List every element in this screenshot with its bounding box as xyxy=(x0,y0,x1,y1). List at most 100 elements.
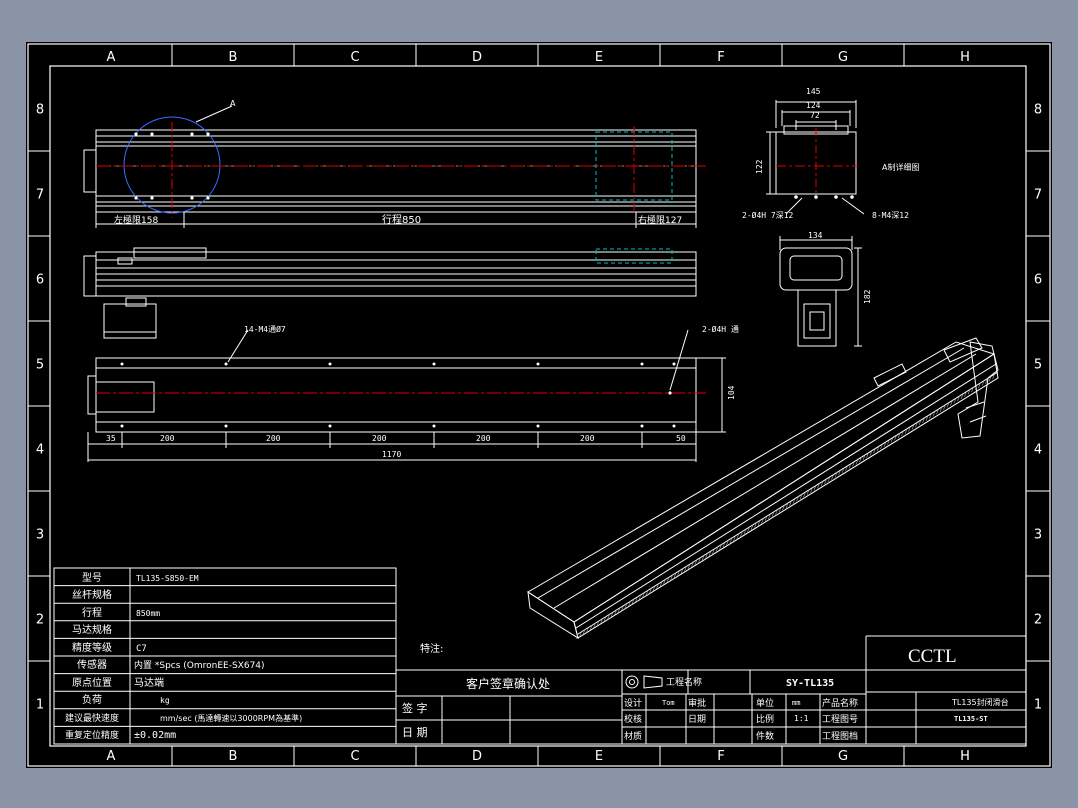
spec-value-0: TL135-S850-EM xyxy=(136,574,199,583)
zone-col-top-H: H xyxy=(960,50,970,65)
drawing-code: SY-TL135 xyxy=(786,678,834,689)
approve-label: 审批 xyxy=(688,697,706,709)
zone-col-bottom-C: C xyxy=(350,749,359,764)
drawing-no: TL135-ST xyxy=(954,715,988,723)
zone-col-top-E: E xyxy=(595,50,603,65)
scale-label: 比例 xyxy=(756,713,774,725)
end-note-holes-right: 8-M4深12 xyxy=(872,211,909,220)
zone-col-bottom-D: D xyxy=(472,749,482,764)
spec-label-6: 原点位置 xyxy=(72,676,112,689)
unit-label: 单位 xyxy=(756,697,774,709)
zone-row-left-5: 5 xyxy=(36,358,44,373)
zone-col-top-D: D xyxy=(472,50,482,65)
product-name-label: 产品名称 xyxy=(822,697,858,709)
right-limit-label: 右極限127 xyxy=(638,214,682,226)
designer-name: Tom xyxy=(662,699,675,707)
design-label: 设计 xyxy=(624,697,642,709)
zone-row-right-7: 7 xyxy=(1034,188,1042,203)
spec-value-5: 内置 *Spcs (OmronEE-SX674) xyxy=(134,659,265,671)
bottom-view xyxy=(87,329,726,462)
signoff-sign-label: 签 字 xyxy=(402,701,428,715)
drawing-file-label: 工程图档 xyxy=(822,730,858,742)
zone-col-top-C: C xyxy=(350,50,359,65)
bottom-dim-height: 104 xyxy=(727,385,736,400)
spec-value-7: kg xyxy=(160,696,170,705)
bottom-dim-2: 200 xyxy=(266,434,281,443)
zone-row-right-2: 2 xyxy=(1034,613,1042,628)
bottom-dim-total: 1170 xyxy=(382,450,401,459)
spec-label-7: 负荷 xyxy=(82,693,102,706)
zone-row-right-6: 6 xyxy=(1034,273,1042,288)
zone-col-bottom-B: B xyxy=(229,749,238,764)
spec-label-1: 丝杆规格 xyxy=(72,588,112,601)
spec-value-8: mm/sec (馬達轉速以3000RPM為基準) xyxy=(160,713,302,723)
spec-label-8: 建议最快速度 xyxy=(65,712,119,724)
spec-label-9: 重复定位精度 xyxy=(65,729,119,741)
end-dim-inner: 124 xyxy=(806,101,821,110)
zone-row-right-1: 1 xyxy=(1034,698,1042,713)
end-note-detail: A制详细图 xyxy=(882,162,919,172)
spec-value-4: C7 xyxy=(136,644,147,654)
zone-row-left-2: 2 xyxy=(36,613,44,628)
inner-frame xyxy=(49,65,1027,747)
left-limit-label: 左極限158 xyxy=(114,214,158,226)
top-view xyxy=(83,105,706,228)
zone-row-right-8: 8 xyxy=(1034,103,1042,118)
zone-col-bottom-G: G xyxy=(838,749,848,764)
spec-value-9: ±0.02mm xyxy=(134,730,176,741)
spec-label-0: 型号 xyxy=(82,571,102,584)
stroke-label: 行程850 xyxy=(382,213,421,226)
unit-value: mm xyxy=(792,699,800,707)
zone-row-right-5: 5 xyxy=(1034,358,1042,373)
zone-col-bottom-A: A xyxy=(107,749,116,764)
zone-col-top-F: F xyxy=(717,50,724,65)
zone-row-left-4: 4 xyxy=(36,443,44,458)
material-label: 材质 xyxy=(624,730,642,742)
check-label: 校核 xyxy=(624,713,642,725)
zone-col-top-G: G xyxy=(838,50,848,65)
product-name: TL135封闭滑台 xyxy=(951,697,1009,707)
projection-symbol-icon xyxy=(625,675,663,689)
bottom-dim-labels: 35 200 200 200 200 200 50 xyxy=(106,434,686,443)
zone-col-bottom-F: F xyxy=(717,749,724,764)
end-dim-height: 122 xyxy=(755,159,764,174)
company-label: 工程名称 xyxy=(666,676,702,688)
bottom-dim-3: 200 xyxy=(372,434,387,443)
zone-col-bottom-E: E xyxy=(595,749,603,764)
qty-label: 件数 xyxy=(756,730,774,742)
spec-value-6: 马达端 xyxy=(134,676,164,689)
end-dim-slot: 72 xyxy=(810,111,820,120)
spec-label-5: 传感器 xyxy=(77,658,107,671)
bottom-dim-1: 200 xyxy=(160,434,175,443)
date-label: 日期 xyxy=(688,714,706,725)
signoff-title: 客户签章确认处 xyxy=(466,676,550,691)
bottom-dim-6: 50 xyxy=(676,434,686,443)
zone-row-left-6: 6 xyxy=(36,273,44,288)
spec-label-2: 行程 xyxy=(82,606,102,619)
side-view xyxy=(83,247,697,339)
title-block xyxy=(621,635,1027,745)
zone-row-right-4: 4 xyxy=(1034,443,1042,458)
motor-end-view xyxy=(779,236,862,347)
drawing-sheet: A A B B C C D D E E F F G G H H 8 8 7 7 6 6 5 5 4 4 3 3 2 2 1 1 A 左極限15… xyxy=(26,42,1052,768)
callout-a-label: A xyxy=(230,99,236,108)
zone-col-top-B: B xyxy=(229,50,238,65)
brand-name: CCTL xyxy=(908,646,957,667)
cad-drawing: A A B B C C D D E E F F G G H H 8 8 7 7 6 6 5 5 4 4 3 3 2 2 1 1 A 左極限15… xyxy=(27,43,1051,767)
end-note-holes-left: 2-Ø4H 7深12 xyxy=(742,210,794,220)
zone-row-left-7: 7 xyxy=(36,188,44,203)
zone-row-left-8: 8 xyxy=(36,103,44,118)
motor-dim-width: 134 xyxy=(808,231,823,240)
drawing-no-label: 工程图号 xyxy=(822,714,858,725)
spec-label-4: 精度等级 xyxy=(72,641,112,654)
end-dim-width: 145 xyxy=(806,87,821,96)
bottom-note-left: 14-M4通Ø7 xyxy=(244,324,286,334)
zone-row-left-1: 1 xyxy=(36,698,44,713)
motor-dim-height: 182 xyxy=(863,289,872,304)
zone-row-right-3: 3 xyxy=(1034,528,1042,543)
notes-label: 特注: xyxy=(420,642,443,655)
bottom-dim-4: 200 xyxy=(476,434,491,443)
zone-col-bottom-H: H xyxy=(960,749,970,764)
signoff-date-label: 日 期 xyxy=(402,726,428,739)
zone-row-left-3: 3 xyxy=(36,528,44,543)
